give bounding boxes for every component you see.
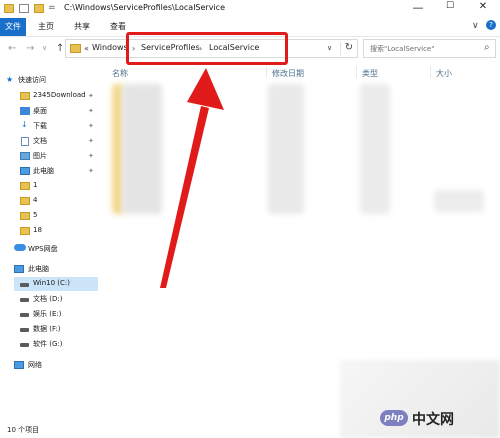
annotation-arrow-shaft xyxy=(160,106,209,288)
annotation-arrow-head xyxy=(187,68,224,110)
annotation-arrow xyxy=(160,68,224,288)
